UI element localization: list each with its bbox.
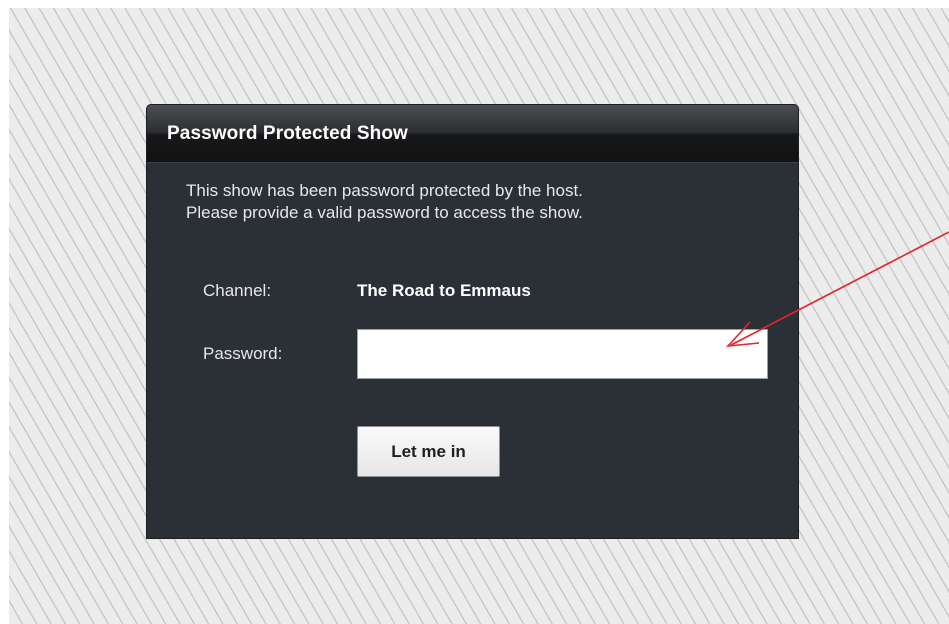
dialog-title: Password Protected Show	[167, 123, 408, 144]
let-me-in-button[interactable]: Let me in	[357, 426, 500, 477]
dialog-message: This show has been password protected by…	[186, 180, 583, 224]
dialog-header: Password Protected Show	[147, 105, 798, 163]
message-line-1: This show has been password protected by…	[186, 181, 583, 200]
channel-value: The Road to Emmaus	[357, 281, 531, 300]
channel-label: Channel:	[203, 281, 272, 300]
password-dialog: Password Protected Show This show has be…	[147, 105, 798, 538]
password-label: Password:	[203, 344, 283, 363]
password-input[interactable]	[357, 329, 768, 379]
message-line-2: Please provide a valid password to acces…	[186, 203, 583, 222]
